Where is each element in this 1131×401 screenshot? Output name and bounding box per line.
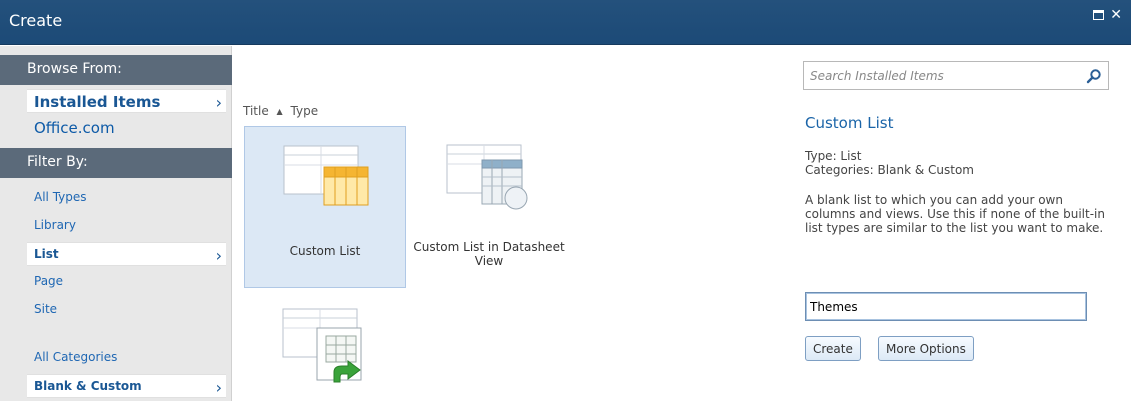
filter-by-header: Filter By: (0, 148, 232, 178)
sidebar-item-label: Installed Items (34, 93, 161, 111)
sort-bar: Title ▲ Type (243, 104, 322, 118)
datasheet-list-icon (446, 144, 528, 210)
dialog-titlebar: Create ✕ (0, 0, 1131, 45)
sidebar: Browse From: Installed Items › Office.co… (0, 46, 232, 401)
browse-from-header: Browse From: (0, 55, 232, 85)
sort-ascending-icon: ▲ (276, 107, 283, 116)
sidebar-item-office-com[interactable]: Office.com (27, 116, 226, 140)
sidebar-item-label: All Types (34, 190, 87, 204)
maximize-icon[interactable] (1093, 10, 1105, 20)
sidebar-item-label: All Categories (34, 350, 118, 364)
detail-type: Type: List (805, 149, 862, 163)
chevron-right-icon: › (215, 246, 222, 265)
detail-description: A blank list to which you can add your o… (805, 193, 1105, 235)
detail-categories: Categories: Blank & Custom (805, 163, 974, 177)
template-tile-datasheet-list[interactable]: Custom List in Datasheet View (408, 126, 570, 288)
sidebar-item-label: Library (34, 218, 76, 232)
sidebar-item-label: Site (34, 302, 58, 316)
detail-title: Custom List (805, 114, 894, 132)
sidebar-item-label: Page (34, 274, 64, 288)
sidebar-item-library[interactable]: Library (27, 214, 226, 238)
sidebar-item-list[interactable]: List › (27, 242, 226, 266)
close-icon[interactable]: ✕ (1110, 8, 1122, 22)
chevron-right-icon: › (215, 378, 222, 397)
name-field[interactable] (805, 292, 1087, 321)
sidebar-item-page[interactable]: Page (27, 270, 226, 294)
dialog-title: Create (9, 11, 63, 30)
sort-by-title[interactable]: Title (243, 104, 269, 118)
sidebar-item-label: List (34, 247, 59, 261)
detail-meta: Type: List Categories: Blank & Custom (805, 149, 974, 177)
sidebar-item-installed-items[interactable]: Installed Items › (27, 89, 226, 113)
custom-list-icon (283, 145, 369, 206)
import-spreadsheet-icon (282, 308, 362, 383)
sidebar-item-site[interactable]: Site (27, 298, 226, 322)
search-box (803, 61, 1109, 90)
search-icon[interactable] (1086, 68, 1102, 84)
search-input[interactable] (810, 67, 1070, 85)
more-options-button[interactable]: More Options (878, 336, 974, 361)
sidebar-item-blank-custom[interactable]: Blank & Custom › (27, 374, 226, 398)
template-tile-import-spreadsheet[interactable] (244, 292, 406, 401)
tile-label: Custom List (289, 244, 361, 258)
chevron-right-icon: › (215, 93, 222, 112)
create-button[interactable]: Create (805, 336, 861, 361)
tile-label: Custom List in Datasheet View (413, 240, 565, 268)
sidebar-item-all-types[interactable]: All Types (27, 186, 226, 210)
sidebar-item-label: Office.com (34, 119, 115, 137)
sidebar-item-label: Blank & Custom (34, 379, 142, 393)
sort-by-type[interactable]: Type (291, 104, 319, 118)
template-tile-custom-list[interactable]: Custom List (244, 126, 406, 288)
sidebar-item-all-categories[interactable]: All Categories (27, 346, 226, 370)
window-buttons: ✕ (1093, 8, 1122, 22)
